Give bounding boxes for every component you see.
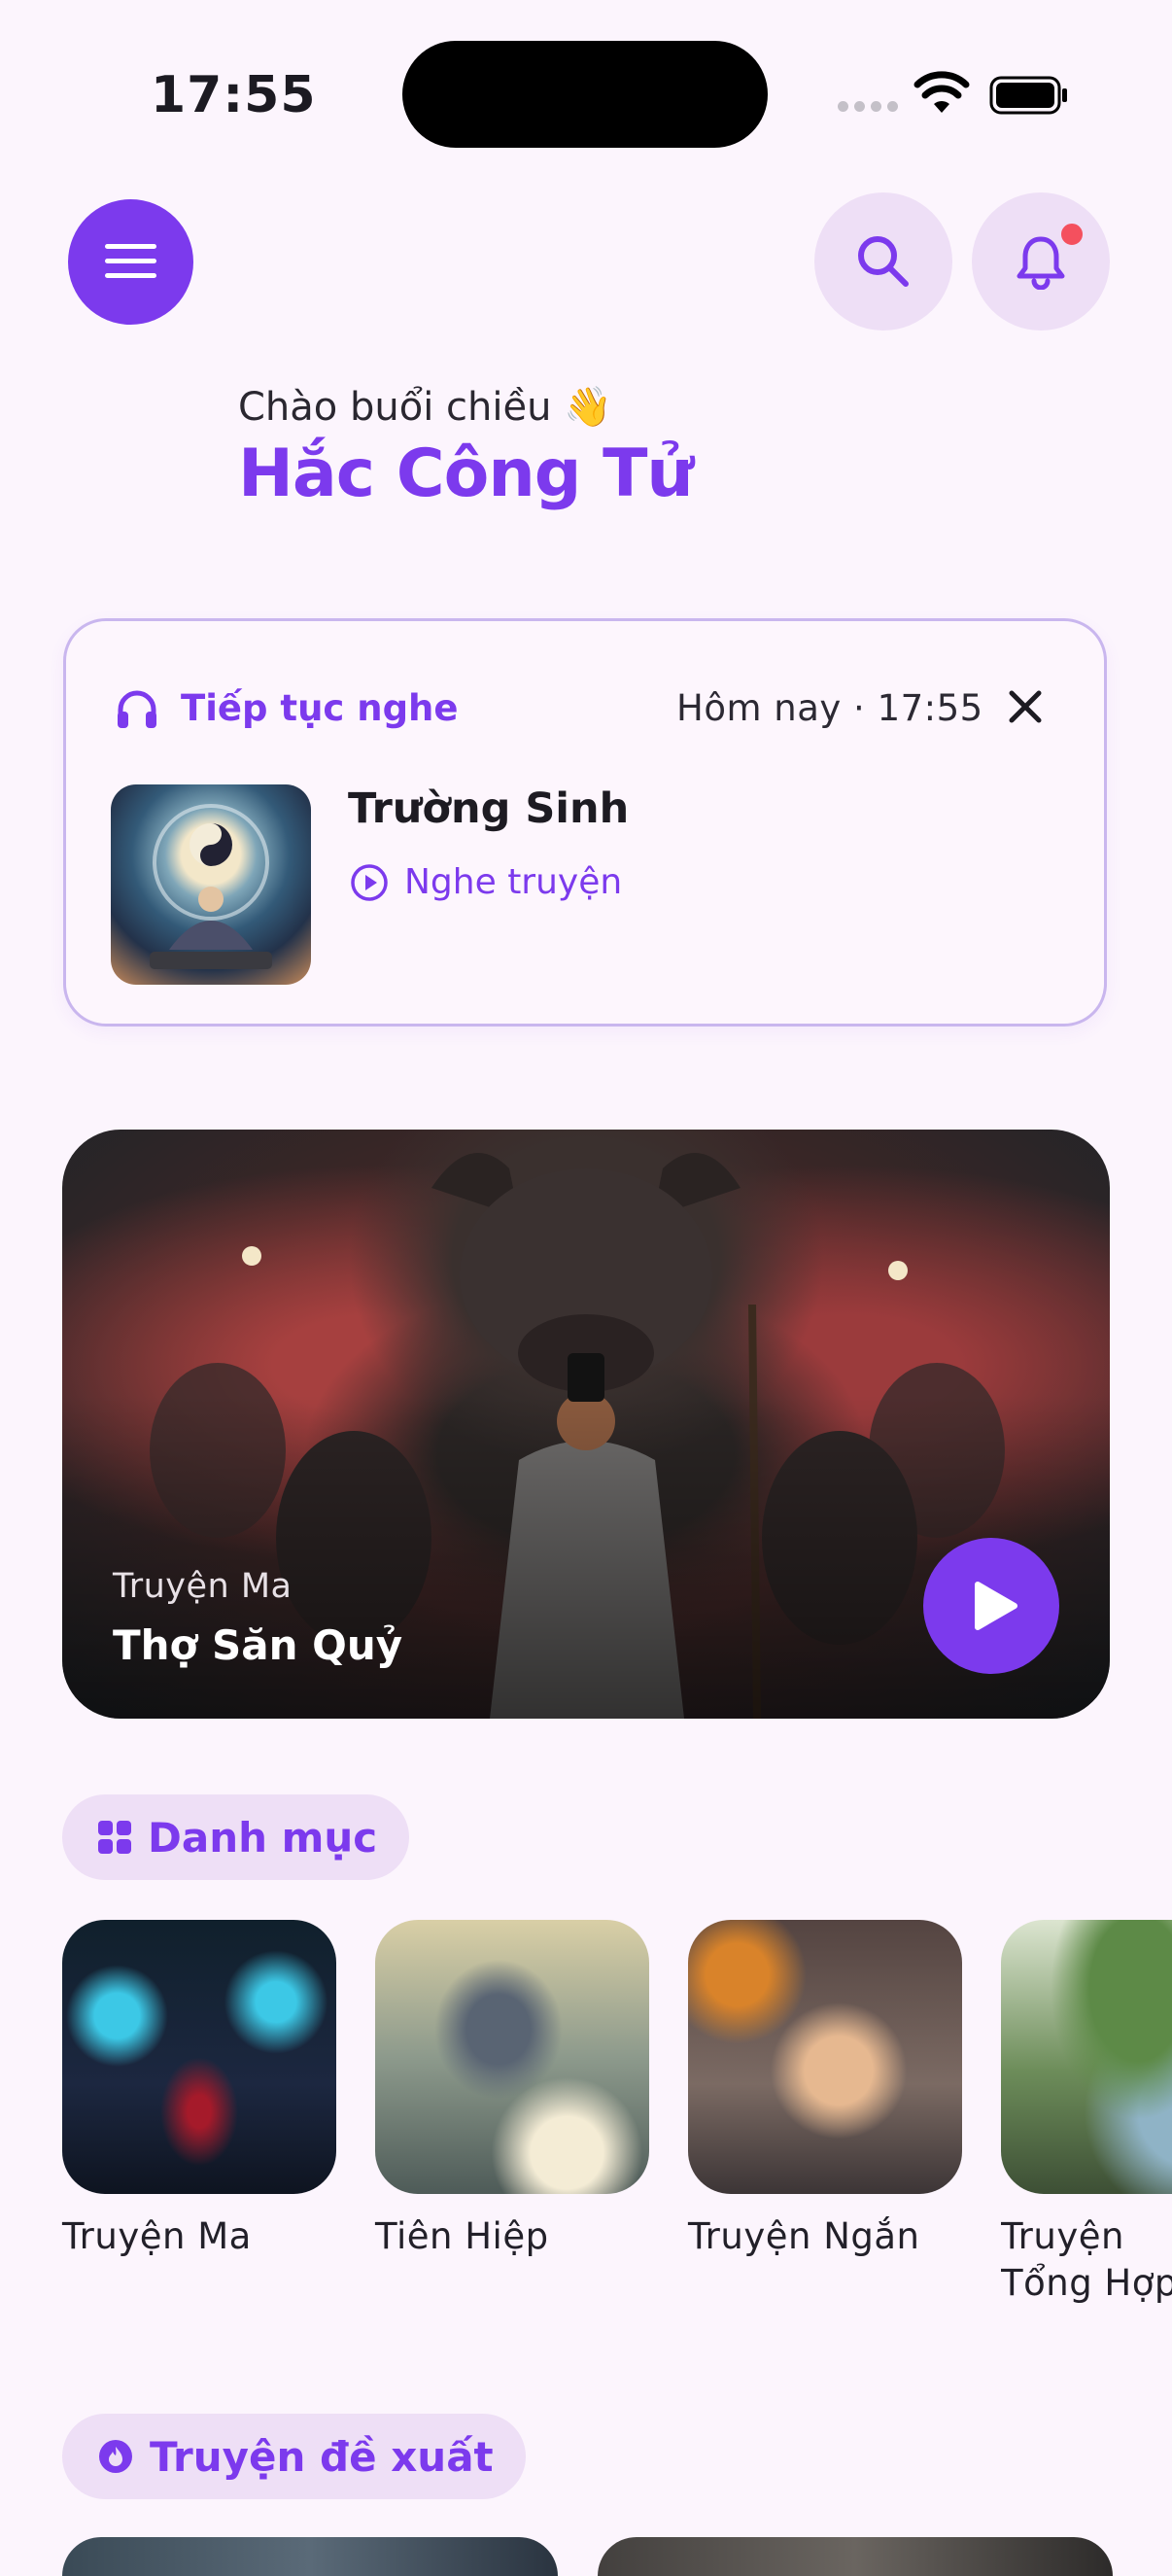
category-label: Truyện Tổng Hợp bbox=[1001, 2215, 1172, 2304]
categories-title: Danh mục bbox=[148, 1813, 378, 1862]
user-name: Hắc Công Tử bbox=[238, 435, 694, 512]
featured-title: Thợ Săn Quỷ bbox=[113, 1621, 403, 1669]
play-icon bbox=[975, 1582, 1017, 1630]
category-card-truyen-ma[interactable]: Truyện Ma bbox=[62, 1920, 336, 2260]
notification-badge bbox=[1058, 221, 1086, 248]
category-image bbox=[688, 1920, 962, 2194]
notifications-button[interactable] bbox=[972, 192, 1110, 331]
status-time: 17:55 bbox=[151, 66, 317, 124]
close-icon[interactable] bbox=[1004, 685, 1047, 728]
grid-icon bbox=[98, 1821, 131, 1854]
recommended-title: Truyện đề xuất bbox=[150, 2432, 494, 2481]
listen-story-link[interactable]: Nghe truyện bbox=[350, 862, 622, 902]
recommended-section-header: Truyện đề xuất bbox=[62, 2414, 526, 2499]
category-image bbox=[375, 1920, 649, 2194]
category-image bbox=[1001, 1920, 1172, 2194]
category-label: Truyện Ma bbox=[62, 2215, 252, 2257]
headphones-icon bbox=[118, 690, 156, 728]
fire-icon bbox=[99, 2440, 132, 2473]
cellular-signal-icon bbox=[838, 101, 898, 112]
category-label: Truyện Ngắn bbox=[688, 2215, 920, 2257]
category-card-truyen-tong-hop[interactable]: Truyện Tổng Hợp bbox=[1001, 1920, 1172, 2307]
featured-category: Truyện Ma bbox=[113, 1567, 293, 1606]
last-listened-timestamp: Hôm nay · 17:55 bbox=[676, 687, 983, 729]
categories-section-header: Danh mục bbox=[62, 1794, 410, 1880]
continue-listening-card[interactable]: Tiếp tục nghe Hôm nay · 17:55 Trường Sin… bbox=[63, 618, 1107, 1027]
dynamic-island bbox=[402, 41, 768, 148]
book-cover-thumbnail[interactable] bbox=[111, 784, 311, 985]
category-card-tien-hiep[interactable]: Tiên Hiệp bbox=[375, 1920, 649, 2260]
battery-icon bbox=[989, 76, 1067, 115]
listen-story-label: Nghe truyện bbox=[404, 862, 623, 902]
recommended-story-card[interactable] bbox=[62, 2537, 558, 2576]
continue-listening-title: Tiếp tục nghe bbox=[181, 687, 459, 729]
wifi-icon bbox=[913, 71, 970, 113]
search-button[interactable] bbox=[814, 192, 952, 331]
category-image bbox=[62, 1920, 336, 2194]
search-icon bbox=[858, 236, 909, 287]
featured-story-banner[interactable]: Truyện Ma Thợ Săn Quỷ bbox=[62, 1130, 1110, 1719]
category-label: Tiên Hiệp bbox=[375, 2215, 549, 2257]
play-circle-icon bbox=[351, 863, 388, 901]
continue-book-title: Trường Sinh bbox=[348, 784, 630, 833]
greeting-text: Chào buổi chiều 👋 bbox=[238, 385, 612, 430]
hamburger-menu-icon bbox=[105, 244, 156, 278]
recommended-story-card[interactable] bbox=[598, 2537, 1113, 2576]
menu-button[interactable] bbox=[68, 199, 193, 325]
featured-play-button[interactable] bbox=[923, 1538, 1059, 1674]
category-card-truyen-ngan[interactable]: Truyện Ngắn bbox=[688, 1920, 962, 2260]
